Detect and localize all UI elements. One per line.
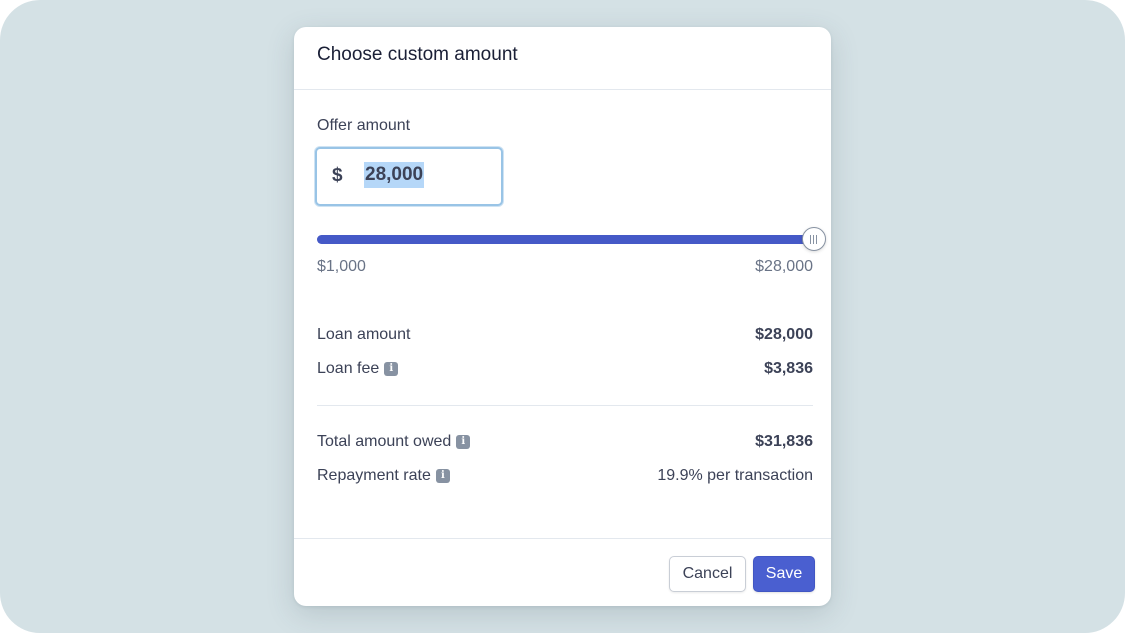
loan-amount-value: $28,000 xyxy=(755,326,813,343)
repayment-rate-label: Repayment rate i xyxy=(317,467,450,485)
footer-divider xyxy=(294,538,831,539)
loan-fee-label-text: Loan fee xyxy=(317,360,380,377)
dialog-title: Choose custom amount xyxy=(317,44,518,65)
loan-fee-value: $3,836 xyxy=(764,360,813,377)
save-button[interactable]: Save xyxy=(753,556,815,592)
total-owed-label: Total amount owed i xyxy=(317,433,471,451)
loan-amount-label-text: Loan amount xyxy=(317,326,411,343)
backdrop: Choose custom amount Offer amount $ 28,0… xyxy=(0,0,1125,633)
repayment-rate-label-text: Repayment rate xyxy=(317,467,431,484)
slider-fill xyxy=(317,235,813,244)
grip-icon xyxy=(810,235,811,244)
grip-icon xyxy=(813,235,814,244)
info-icon[interactable]: i xyxy=(435,469,450,483)
offer-amount-slider[interactable] xyxy=(317,227,826,253)
slider-thumb[interactable] xyxy=(802,227,826,251)
info-icon[interactable]: i xyxy=(384,362,399,376)
total-owed-label-text: Total amount owed xyxy=(317,433,452,450)
offer-amount-value[interactable]: 28,000 xyxy=(364,162,425,188)
repayment-rate-value: 19.9% per transaction xyxy=(657,467,813,484)
total-owed-value: $31,836 xyxy=(755,433,813,450)
dialog-header: Choose custom amount xyxy=(294,27,831,90)
offer-amount-label: Offer amount xyxy=(317,117,411,134)
custom-amount-dialog: Choose custom amount Offer amount $ 28,0… xyxy=(294,27,831,606)
offer-amount-input[interactable]: $ 28,000 xyxy=(315,147,503,206)
info-icon[interactable]: i xyxy=(456,435,471,449)
slider-min-label: $1,000 xyxy=(317,258,366,275)
currency-symbol: $ xyxy=(332,165,343,186)
summary-divider xyxy=(317,405,813,406)
slider-max-label: $28,000 xyxy=(755,258,813,275)
cancel-button[interactable]: Cancel xyxy=(669,556,746,592)
grip-icon xyxy=(816,235,817,244)
loan-amount-label: Loan amount xyxy=(317,326,410,344)
loan-fee-label: Loan fee i xyxy=(317,360,399,378)
